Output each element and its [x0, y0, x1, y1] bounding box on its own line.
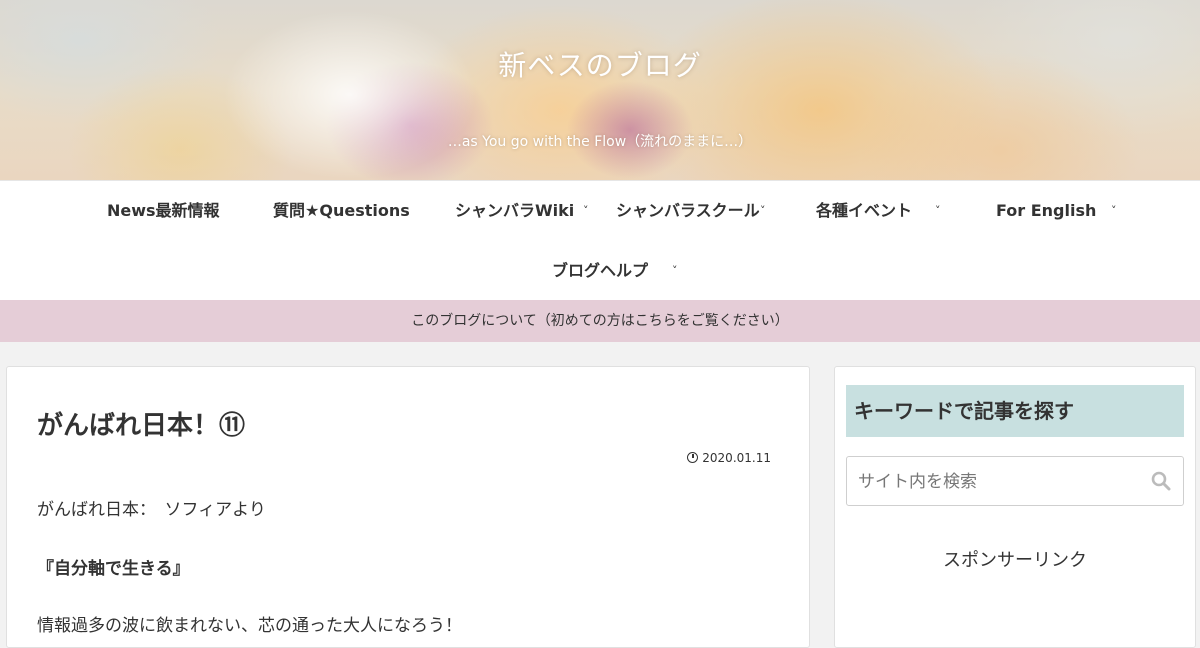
nav-item-questions[interactable]: 質問★Questions — [273, 191, 410, 231]
nav-item-wiki[interactable]: シャンバラWiki ˅ — [455, 191, 595, 231]
search-input[interactable] — [847, 457, 1150, 507]
nav-item-english[interactable]: For English ˅ — [996, 191, 1126, 231]
chevron-down-icon: ˅ — [935, 204, 941, 217]
notice-bar[interactable]: このブログについて（初めての方はこちらをご覧ください） — [0, 300, 1200, 342]
sponsor-label: スポンサーリンク — [943, 550, 1087, 571]
nav-item-blog-help[interactable]: ブログヘルプ ˅ — [552, 251, 687, 291]
site-tagline: …as You go with the Flow（流れのままに…） — [447, 134, 753, 150]
nav-item-label: ブログヘルプ — [552, 261, 649, 280]
nav-item-events[interactable]: 各種イベント ˅ — [816, 191, 951, 231]
chevron-down-icon: ˅ — [1111, 204, 1117, 217]
article-main: がんばれ日本！⑪ 2020.01.11 がんばれ日本： ソフィアより 『自分軸で… — [6, 366, 810, 648]
article-paragraph: がんばれ日本： ソフィアより — [37, 500, 266, 520]
article-heading-quote: 『自分軸で生きる』 — [37, 559, 190, 579]
notice-text[interactable]: このブログについて（初めての方はこちらをご覧ください） — [411, 313, 789, 329]
nav-item-label: 各種イベント — [816, 201, 913, 220]
chevron-down-icon: ˅ — [672, 264, 678, 277]
sidebar: キーワードで記事を探す スポンサーリンク — [834, 366, 1196, 648]
post-date-text: 2020.01.11 — [702, 451, 771, 465]
clock-icon — [687, 452, 699, 463]
entry-title: がんばれ日本！⑪ — [37, 411, 246, 441]
site-header: 新ベスのブログ …as You go with the Flow（流れのままに…… — [0, 0, 1200, 180]
nav-item-news[interactable]: News最新情報 — [107, 191, 220, 231]
chevron-down-icon: ˅ — [583, 204, 589, 217]
search-form — [846, 456, 1184, 507]
article-paragraph: 情報過多の波に飲まれない、芯の通った大人になろう！ — [37, 616, 462, 636]
chevron-down-icon: ˅ — [760, 204, 766, 217]
nav-item-label: シャンバラWiki — [455, 201, 575, 220]
search-icon[interactable] — [1151, 471, 1171, 491]
nav-item-label: 質問★Questions — [273, 201, 410, 220]
nav-item-label: シャンバラスクール — [616, 201, 760, 220]
nav-item-label: News最新情報 — [107, 201, 220, 220]
widget-title-search: キーワードで記事を探す — [846, 385, 1184, 437]
nav-item-school[interactable]: シャンバラスクール ˅ — [616, 191, 776, 231]
nav-item-label: For English — [996, 201, 1097, 220]
post-date: 2020.01.11 — [687, 451, 771, 465]
site-title[interactable]: 新ベスのブログ — [0, 44, 1200, 84]
global-nav: News最新情報 質問★Questions シャンバラWiki ˅ シャンバラス… — [0, 180, 1200, 301]
